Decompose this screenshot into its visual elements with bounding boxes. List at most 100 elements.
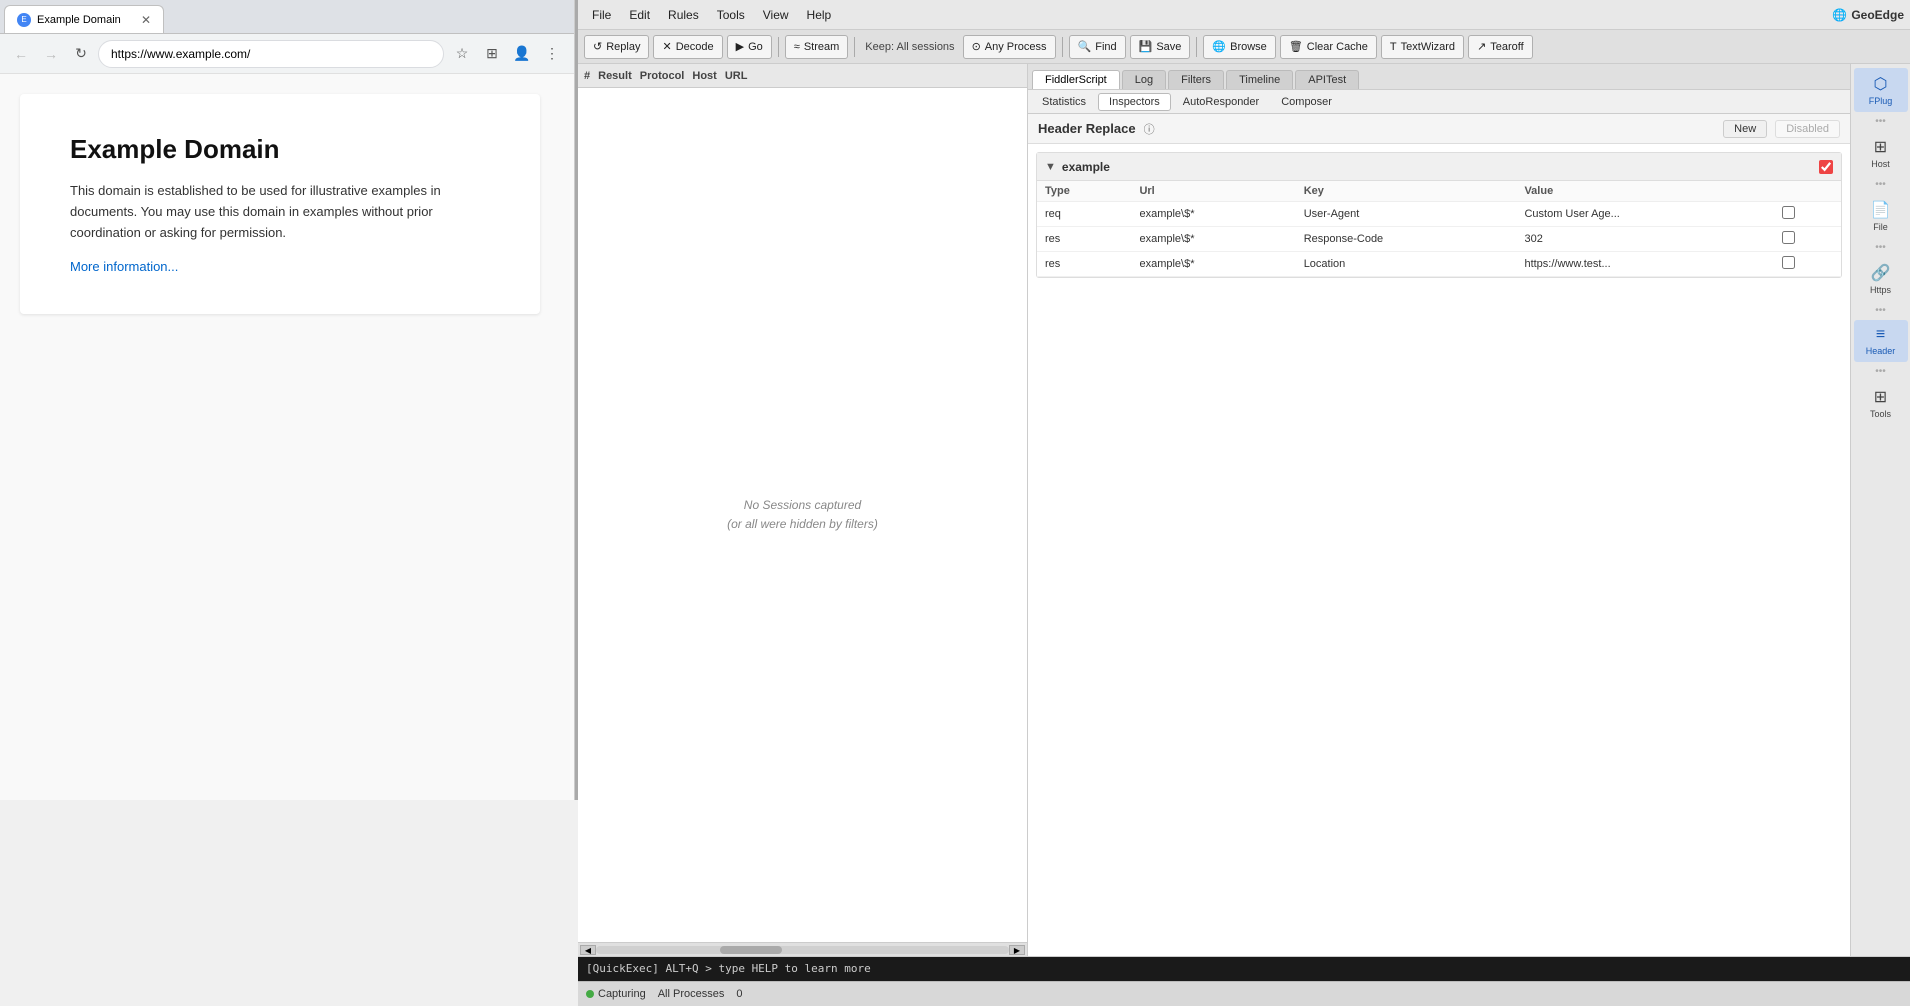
cell-checkbox[interactable] <box>1774 227 1841 252</box>
cell-key: Response-Code <box>1296 227 1517 252</box>
tab-apitest[interactable]: APITest <box>1295 70 1359 89</box>
quickexec-text: [QuickExec] ALT+Q > type HELP to learn m… <box>586 962 871 975</box>
any-process-button[interactable]: ⊙ Any Process <box>963 35 1056 59</box>
scroll-left-button[interactable]: ◀ <box>580 945 596 955</box>
subtab-composer[interactable]: Composer <box>1271 94 1342 110</box>
cell-url: example\$* <box>1131 227 1295 252</box>
status-all-processes: All Processes <box>658 988 725 1000</box>
sessions-list: No Sessions captured (or all were hidden… <box>578 88 1027 942</box>
cell-value: 302 <box>1516 227 1773 252</box>
group-toggle[interactable]: ▼ <box>1045 161 1056 173</box>
host-label: Host <box>1871 159 1890 169</box>
new-rule-button[interactable]: New <box>1723 120 1767 138</box>
https-icon: 🔗 <box>1871 263 1891 283</box>
row-checkbox-2[interactable] <box>1782 256 1795 269</box>
stream-button[interactable]: ≈ Stream <box>785 35 849 59</box>
browser-tab[interactable]: E Example Domain ✕ <box>4 5 164 33</box>
header-replace-title: Header Replace <box>1038 121 1136 136</box>
save-button[interactable]: 💾 Save <box>1130 35 1191 59</box>
https-label: Https <box>1870 285 1891 295</box>
back-button[interactable]: ← <box>8 41 34 67</box>
reload-button[interactable]: ↻ <box>68 41 94 67</box>
disabled-button[interactable]: Disabled <box>1775 120 1840 138</box>
table-row: res example\$* Response-Code 302 <box>1037 227 1841 252</box>
bookmark-button[interactable]: ☆ <box>448 40 476 68</box>
col-result: Result <box>598 70 632 82</box>
sidebar-item-file[interactable]: 📄 File <box>1854 194 1908 238</box>
tearoff-button[interactable]: ↗ Tearoff <box>1468 35 1533 59</box>
tab-fiddlerscript[interactable]: FiddlerScript <box>1032 70 1120 89</box>
sidebar-item-header[interactable]: ≡ Header <box>1854 320 1908 362</box>
process-icon: ⊙ <box>972 40 981 53</box>
all-processes-label: All Processes <box>658 988 725 1000</box>
page-body: This domain is established to be used fo… <box>70 181 490 243</box>
tab-filters[interactable]: Filters <box>1168 70 1224 89</box>
profile-button[interactable]: 👤 <box>508 40 536 68</box>
header-dots: ••• <box>1875 366 1886 377</box>
sessions-scrollbar[interactable]: ◀ ▶ <box>578 942 1027 956</box>
subtab-statistics[interactable]: Statistics <box>1032 94 1096 110</box>
tab-log[interactable]: Log <box>1122 70 1166 89</box>
toolbar-sep-4 <box>1196 37 1197 57</box>
tab-title: Example Domain <box>37 14 121 26</box>
subtab-autoresponder[interactable]: AutoResponder <box>1173 94 1269 110</box>
group-checkbox[interactable] <box>1819 160 1833 174</box>
menu-file[interactable]: File <box>584 6 619 24</box>
scrollbar-thumb <box>720 946 782 954</box>
cell-value: https://www.test... <box>1516 252 1773 277</box>
sidebar-item-tools[interactable]: ⊞ Tools <box>1854 381 1908 425</box>
browse-button[interactable]: 🌐 Browse <box>1203 35 1275 59</box>
right-sidebar: ⬡ FPlug ••• ⊞ Host ••• 📄 File ••• 🔗 Http… <box>1850 64 1910 956</box>
forward-button[interactable]: → <box>38 41 64 67</box>
cell-url: example\$* <box>1131 252 1295 277</box>
menu-help[interactable]: Help <box>799 6 840 24</box>
menu-edit[interactable]: Edit <box>621 6 658 24</box>
clear-cache-button[interactable]: 🗑 Clear Cache <box>1280 35 1377 59</box>
find-button[interactable]: 🔍 Find <box>1069 35 1126 59</box>
replay-button[interactable]: ↺ Replay <box>584 35 649 59</box>
row-checkbox-1[interactable] <box>1782 231 1795 244</box>
quickexec-bar: [QuickExec] ALT+Q > type HELP to learn m… <box>578 957 1910 981</box>
col-url: Url <box>1131 181 1295 202</box>
cell-value: Custom User Age... <box>1516 202 1773 227</box>
menu-tools[interactable]: Tools <box>709 6 753 24</box>
fiddler-menu-bar: File Edit Rules Tools View Help 🌐 GeoEdg… <box>578 0 1910 30</box>
file-label: File <box>1873 222 1888 232</box>
inspector-panel: FiddlerScript Log Filters Timeline APITe… <box>1028 64 1850 956</box>
menu-view[interactable]: View <box>755 6 797 24</box>
sessions-panel: # Result Protocol Host URL No Sessions c… <box>578 64 1028 956</box>
extensions-button[interactable]: ⊞ <box>478 40 506 68</box>
no-sessions-message: No Sessions captured (or all were hidden… <box>727 496 878 534</box>
host-icon: ⊞ <box>1874 137 1887 157</box>
fiddler-panel: File Edit Rules Tools View Help 🌐 GeoEdg… <box>578 0 1910 1006</box>
sidebar-item-fplug[interactable]: ⬡ FPlug <box>1854 68 1908 112</box>
decode-icon: ✕ <box>662 40 671 53</box>
tab-timeline[interactable]: Timeline <box>1226 70 1293 89</box>
keep-label: Keep: All sessions <box>861 41 958 53</box>
fplug-dots: ••• <box>1875 116 1886 127</box>
scroll-right-button[interactable]: ▶ <box>1009 945 1025 955</box>
menu-button[interactable]: ⋮ <box>538 40 566 68</box>
menu-rules[interactable]: Rules <box>660 6 707 24</box>
subtab-inspectors[interactable]: Inspectors <box>1098 93 1171 111</box>
tab-close-button[interactable]: ✕ <box>141 13 151 27</box>
fiddler-main-area: # Result Protocol Host URL No Sessions c… <box>578 64 1910 956</box>
sidebar-item-host[interactable]: ⊞ Host <box>1854 131 1908 175</box>
more-info-link[interactable]: More information... <box>70 259 178 274</box>
cell-checkbox[interactable] <box>1774 252 1841 277</box>
fiddler-action-bar: ↺ Replay ✕ Decode ▶ Go ≈ Stream Keep: Al… <box>578 30 1910 64</box>
sidebar-item-https[interactable]: 🔗 Https <box>1854 257 1908 301</box>
cell-checkbox[interactable] <box>1774 202 1841 227</box>
info-icon[interactable]: ⓘ <box>1144 121 1155 137</box>
address-bar[interactable] <box>98 40 444 68</box>
rule-group-header: ▼ example <box>1037 153 1841 181</box>
rule-group: ▼ example Type Url Key Value <box>1036 152 1842 278</box>
host-dots: ••• <box>1875 179 1886 190</box>
row-checkbox-0[interactable] <box>1782 206 1795 219</box>
go-button[interactable]: ▶ Go <box>727 35 772 59</box>
col-protocol: Protocol <box>640 70 685 82</box>
text-wizard-button[interactable]: T TextWizard <box>1381 35 1464 59</box>
decode-button[interactable]: ✕ Decode <box>653 35 722 59</box>
scrollbar-track[interactable] <box>596 946 1009 954</box>
tools-label: Tools <box>1870 409 1891 419</box>
